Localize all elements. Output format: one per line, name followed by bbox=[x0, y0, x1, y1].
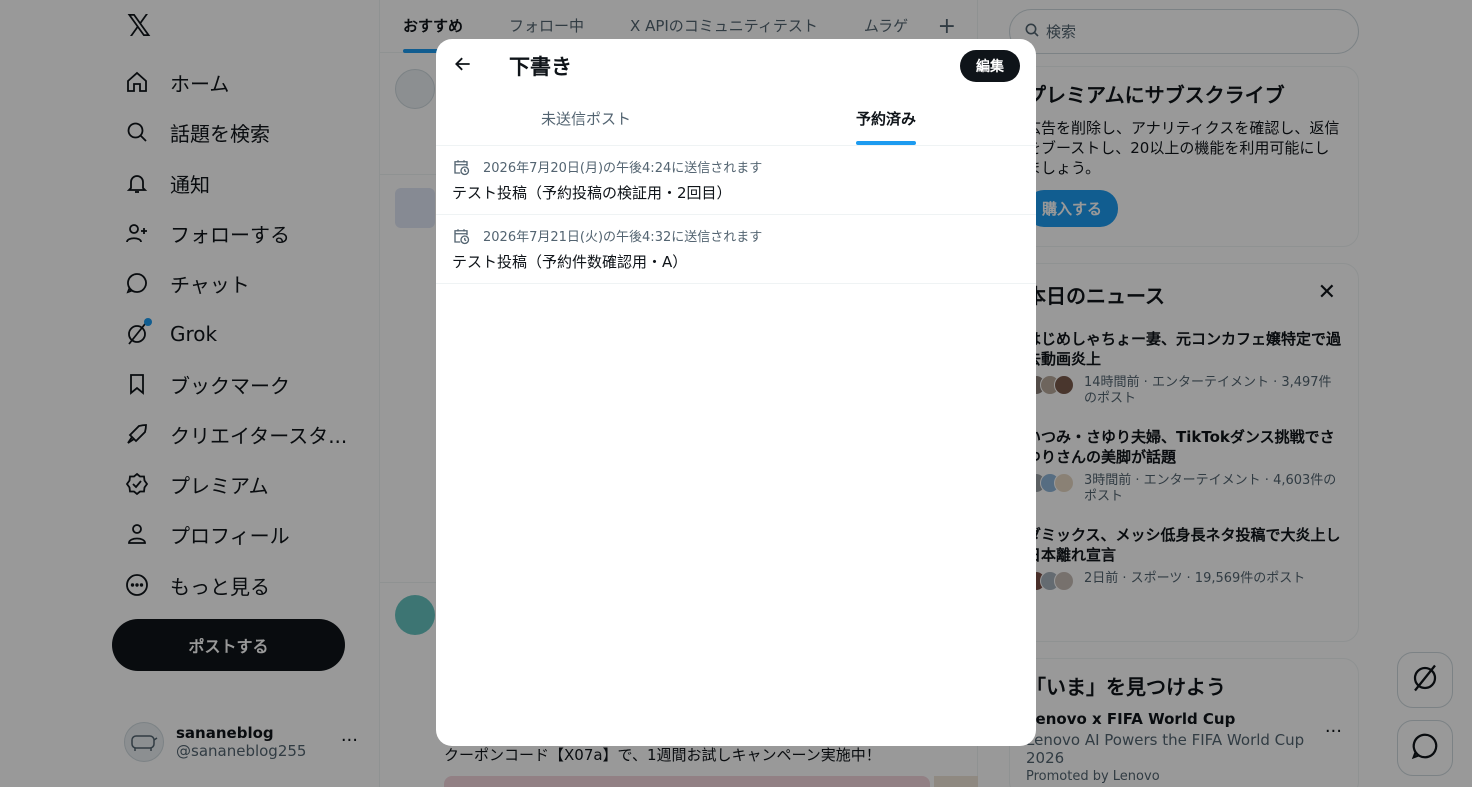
drafts-modal: 下書き 編集 未送信ポスト 予約済み 2026年7月20日(月)の午後4:24に… bbox=[436, 39, 1036, 746]
scheduled-list: 2026年7月20日(月)の午後4:24に送信されます テスト投稿（予約投稿の検… bbox=[436, 146, 1036, 284]
edit-button[interactable]: 編集 bbox=[960, 50, 1020, 82]
modal-title: 下書き bbox=[509, 55, 572, 79]
scheduled-time: 2026年7月20日(月)の午後4:24に送信されます bbox=[483, 161, 763, 176]
scheduled-time: 2026年7月21日(火)の午後4:32に送信されます bbox=[483, 230, 763, 245]
arrow-left-icon bbox=[453, 54, 473, 78]
modal-header: 下書き 編集 bbox=[436, 39, 1036, 92]
scheduled-text: テスト投稿（予約投稿の検証用・2回目） bbox=[452, 184, 732, 202]
calendar-clock-icon bbox=[452, 227, 470, 245]
drafts-tabs: 未送信ポスト 予約済み bbox=[436, 92, 1036, 146]
scheduled-item[interactable]: 2026年7月21日(火)の午後4:32に送信されます テスト投稿（予約件数確認… bbox=[436, 215, 1036, 284]
tab-scheduled[interactable]: 予約済み bbox=[736, 92, 1036, 145]
tab-unsent-posts[interactable]: 未送信ポスト bbox=[436, 92, 736, 145]
scheduled-item[interactable]: 2026年7月20日(月)の午後4:24に送信されます テスト投稿（予約投稿の検… bbox=[436, 146, 1036, 215]
calendar-clock-icon bbox=[452, 158, 470, 176]
scheduled-text: テスト投稿（予約件数確認用・A） bbox=[452, 253, 688, 271]
back-button[interactable] bbox=[446, 49, 480, 83]
